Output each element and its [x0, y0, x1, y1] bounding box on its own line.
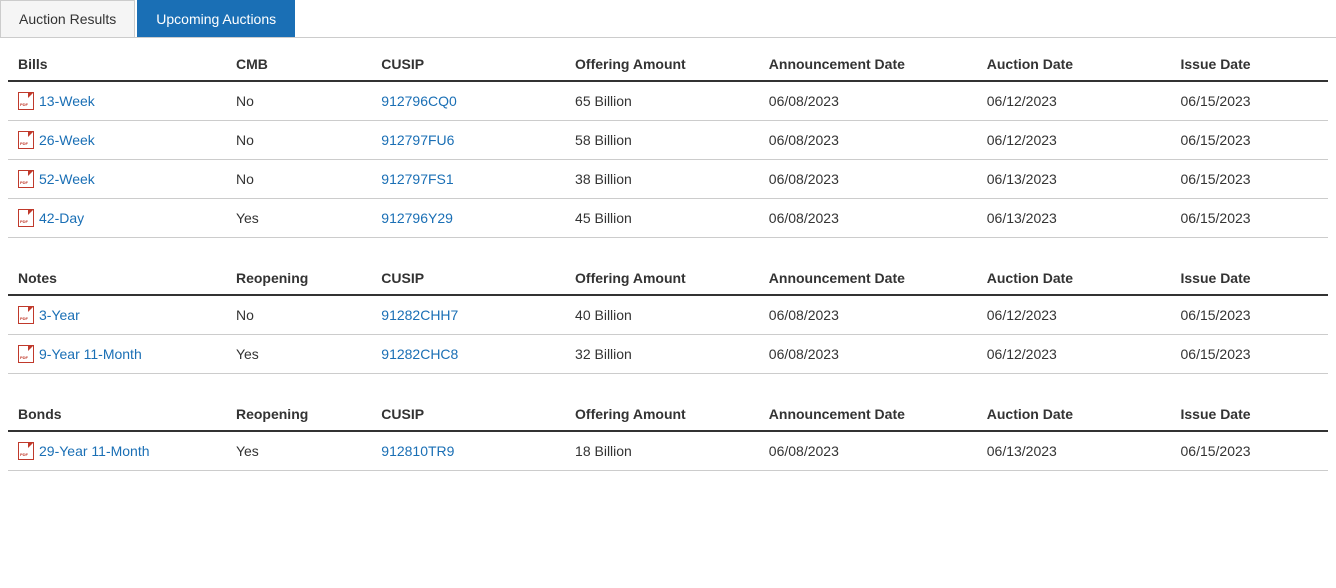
cell-issue: 06/15/2023 — [1171, 295, 1329, 335]
col-header-cusip: CUSIP — [371, 398, 565, 431]
cell-issue: 06/15/2023 — [1171, 431, 1329, 471]
col-header-col2: Reopening — [226, 262, 371, 295]
col-header-issue: Issue Date — [1171, 48, 1329, 81]
cell-offering: 32 Billion — [565, 335, 759, 374]
main-content: BillsCMBCUSIPOffering AmountAnnouncement… — [0, 38, 1336, 505]
cell-col2: Yes — [226, 335, 371, 374]
table-row: 3-YearNo91282CHH740 Billion06/08/202306/… — [8, 295, 1328, 335]
cell-offering: 58 Billion — [565, 121, 759, 160]
section-notes: NotesReopeningCUSIPOffering AmountAnnoun… — [8, 262, 1328, 374]
tab-auction-results[interactable]: Auction Results — [0, 0, 135, 37]
col-header-issue: Issue Date — [1171, 262, 1329, 295]
row-name-link[interactable]: 13-Week — [39, 93, 95, 109]
cell-offering: 40 Billion — [565, 295, 759, 335]
cell-col2: No — [226, 295, 371, 335]
section-bills: BillsCMBCUSIPOffering AmountAnnouncement… — [8, 48, 1328, 238]
row-name-link[interactable]: 52-Week — [39, 171, 95, 187]
col-header-auction: Auction Date — [977, 262, 1171, 295]
pdf-icon — [18, 306, 34, 324]
table-row: 26-WeekNo912797FU658 Billion06/08/202306… — [8, 121, 1328, 160]
col-header-announcement: Announcement Date — [759, 398, 977, 431]
tab-upcoming-auctions[interactable]: Upcoming Auctions — [137, 0, 295, 37]
cell-col2: No — [226, 160, 371, 199]
cell-announcement: 06/08/2023 — [759, 199, 977, 238]
cell-col2: No — [226, 81, 371, 121]
row-name-link[interactable]: 3-Year — [39, 307, 80, 323]
cell-announcement: 06/08/2023 — [759, 295, 977, 335]
cell-offering: 45 Billion — [565, 199, 759, 238]
col-header-offering: Offering Amount — [565, 398, 759, 431]
col-header-col2: Reopening — [226, 398, 371, 431]
cell-auction: 06/12/2023 — [977, 335, 1171, 374]
tab-bar: Auction ResultsUpcoming Auctions — [0, 0, 1336, 38]
pdf-icon — [18, 209, 34, 227]
col-header-cusip: CUSIP — [371, 48, 565, 81]
cell-issue: 06/15/2023 — [1171, 199, 1329, 238]
cusip-link[interactable]: 912796Y29 — [381, 210, 453, 226]
pdf-icon — [18, 442, 34, 460]
col-header-auction: Auction Date — [977, 48, 1171, 81]
table-row: 52-WeekNo912797FS138 Billion06/08/202306… — [8, 160, 1328, 199]
table-row: 42-DayYes912796Y2945 Billion06/08/202306… — [8, 199, 1328, 238]
cell-offering: 65 Billion — [565, 81, 759, 121]
cell-col2: Yes — [226, 431, 371, 471]
cell-announcement: 06/08/2023 — [759, 160, 977, 199]
cusip-link[interactable]: 91282CHH7 — [381, 307, 458, 323]
row-name-link[interactable]: 29-Year 11-Month — [39, 443, 150, 459]
pdf-icon — [18, 345, 34, 363]
row-name-link[interactable]: 42-Day — [39, 210, 84, 226]
cell-issue: 06/15/2023 — [1171, 81, 1329, 121]
cell-auction: 06/13/2023 — [977, 431, 1171, 471]
pdf-icon — [18, 131, 34, 149]
row-name-link[interactable]: 9-Year 11-Month — [39, 346, 142, 362]
cell-issue: 06/15/2023 — [1171, 121, 1329, 160]
cell-col2: Yes — [226, 199, 371, 238]
cell-announcement: 06/08/2023 — [759, 81, 977, 121]
cell-auction: 06/12/2023 — [977, 295, 1171, 335]
cell-col2: No — [226, 121, 371, 160]
table-bonds: BondsReopeningCUSIPOffering AmountAnnoun… — [8, 398, 1328, 471]
pdf-icon — [18, 92, 34, 110]
cell-announcement: 06/08/2023 — [759, 335, 977, 374]
cusip-link[interactable]: 912810TR9 — [381, 443, 454, 459]
table-row: 13-WeekNo912796CQ065 Billion06/08/202306… — [8, 81, 1328, 121]
cell-auction: 06/13/2023 — [977, 160, 1171, 199]
col-header-issue: Issue Date — [1171, 398, 1329, 431]
cell-issue: 06/15/2023 — [1171, 335, 1329, 374]
cusip-link[interactable]: 912797FU6 — [381, 132, 454, 148]
table-notes: NotesReopeningCUSIPOffering AmountAnnoun… — [8, 262, 1328, 374]
cell-auction: 06/13/2023 — [977, 199, 1171, 238]
col-header-announcement: Announcement Date — [759, 48, 977, 81]
table-bills: BillsCMBCUSIPOffering AmountAnnouncement… — [8, 48, 1328, 238]
col-header-cusip: CUSIP — [371, 262, 565, 295]
cell-announcement: 06/08/2023 — [759, 431, 977, 471]
col-header-name: Bills — [8, 48, 226, 81]
cell-auction: 06/12/2023 — [977, 81, 1171, 121]
cell-announcement: 06/08/2023 — [759, 121, 977, 160]
cell-auction: 06/12/2023 — [977, 121, 1171, 160]
col-header-col2: CMB — [226, 48, 371, 81]
table-row: 9-Year 11-MonthYes91282CHC832 Billion06/… — [8, 335, 1328, 374]
cell-offering: 18 Billion — [565, 431, 759, 471]
cell-offering: 38 Billion — [565, 160, 759, 199]
col-header-offering: Offering Amount — [565, 262, 759, 295]
col-header-auction: Auction Date — [977, 398, 1171, 431]
row-name-link[interactable]: 26-Week — [39, 132, 95, 148]
col-header-name: Bonds — [8, 398, 226, 431]
cusip-link[interactable]: 91282CHC8 — [381, 346, 458, 362]
col-header-name: Notes — [8, 262, 226, 295]
table-row: 29-Year 11-MonthYes912810TR918 Billion06… — [8, 431, 1328, 471]
cusip-link[interactable]: 912797FS1 — [381, 171, 453, 187]
pdf-icon — [18, 170, 34, 188]
section-bonds: BondsReopeningCUSIPOffering AmountAnnoun… — [8, 398, 1328, 471]
col-header-offering: Offering Amount — [565, 48, 759, 81]
cell-issue: 06/15/2023 — [1171, 160, 1329, 199]
cusip-link[interactable]: 912796CQ0 — [381, 93, 457, 109]
col-header-announcement: Announcement Date — [759, 262, 977, 295]
